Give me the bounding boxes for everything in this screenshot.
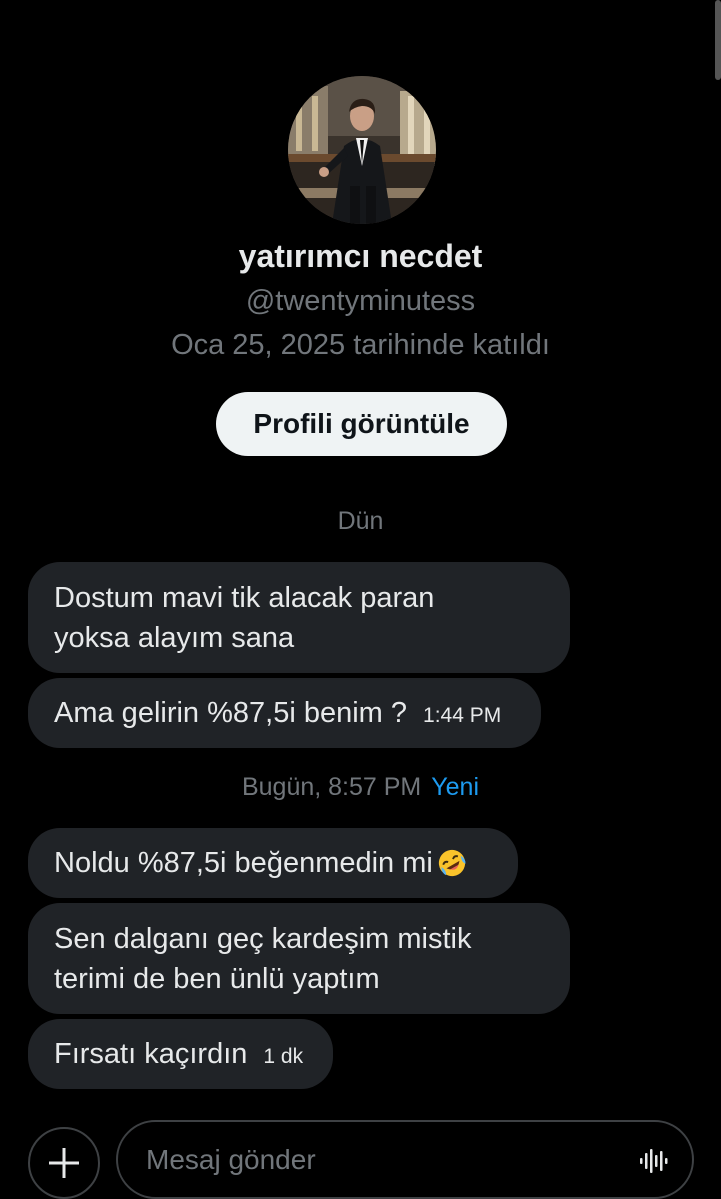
plus-icon	[49, 1148, 79, 1178]
date-separator-today: Bugün, 8:57 PM Yeni	[0, 773, 721, 802]
scrollbar[interactable]	[715, 0, 721, 80]
avatar[interactable]	[288, 76, 436, 224]
message-bubble[interactable]: Noldu %87,5i beğenmedin mi	[28, 828, 518, 898]
add-attachment-button[interactable]	[28, 1127, 100, 1199]
date-separator-yesterday: Dün	[0, 507, 721, 536]
date-separator-label: Bugün, 8:57 PM	[241, 773, 422, 801]
message-timestamp: 1:44 PM	[423, 704, 502, 727]
voice-waveform-icon	[640, 1149, 668, 1173]
avatar-photo	[288, 76, 436, 224]
view-profile-button[interactable]: Profili görüntüle	[216, 392, 507, 456]
message-composer	[0, 1110, 721, 1199]
message-text: Ama gelirin %87,5i benim ?	[54, 697, 408, 729]
message-bubble[interactable]: Ama gelirin %87,5i benim ? 1:44 PM	[28, 678, 541, 748]
message-timestamp: 1 dk	[263, 1045, 304, 1068]
message-text: Dostum mavi tik alacak paran yoksa alayı…	[54, 581, 435, 654]
date-separator-label: Dün	[337, 507, 384, 535]
display-name: yatırımcı necdet	[238, 238, 483, 274]
message-text: Fırsatı kaçırdın	[54, 1038, 248, 1070]
joined-date: Oca 25, 2025 tarihinde katıldı	[171, 329, 550, 361]
rolling-laughing-emoji-icon	[438, 849, 466, 877]
message-bubble[interactable]: Sen dalganı geç kardeşim mistik terimi d…	[28, 903, 570, 1014]
message-text: Sen dalganı geç kardeşim mistik terimi d…	[54, 922, 472, 995]
voice-message-button[interactable]	[636, 1146, 672, 1176]
message-bubble[interactable]: Fırsatı kaçırdın 1 dk	[28, 1019, 333, 1089]
user-handle: @twentyminutess	[245, 285, 476, 317]
new-messages-badge: Yeni	[431, 773, 480, 801]
message-input[interactable]	[116, 1120, 694, 1199]
message-bubble[interactable]: Dostum mavi tik alacak paran yoksa alayı…	[28, 562, 570, 673]
message-text: Noldu %87,5i beğenmedin mi	[54, 847, 433, 879]
